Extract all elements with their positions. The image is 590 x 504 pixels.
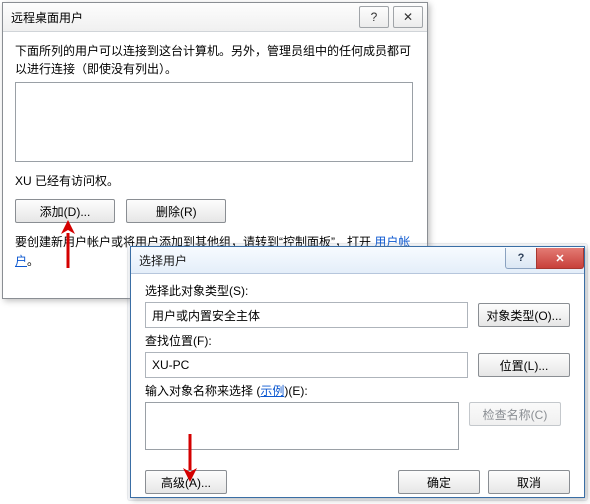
window-buttons: ? ✕ (506, 248, 584, 268)
object-type-label: 选择此对象类型(S): (145, 282, 570, 299)
users-listbox[interactable] (15, 82, 413, 162)
close-button[interactable]: ✕ (393, 6, 423, 28)
location-label: 查找位置(F): (145, 332, 570, 349)
object-names-row: 检查名称(C) (145, 402, 570, 450)
titlebar: 选择用户 ? ✕ (131, 247, 584, 274)
remove-button[interactable]: 删除(R) (126, 199, 226, 223)
help-icon: ? (518, 252, 525, 264)
titlebar: 远程桌面用户 ? ✕ (3, 3, 427, 32)
location-value: XU-PC (152, 358, 189, 372)
names-label-post: )(E): (284, 384, 307, 398)
object-names-input[interactable] (145, 402, 459, 450)
advanced-button-label: 高级(A)... (161, 474, 211, 491)
close-icon: ✕ (403, 10, 413, 24)
ok-button-label: 确定 (427, 474, 451, 491)
location-row: XU-PC 位置(L)... (145, 352, 570, 378)
button-row: 添加(D)... 删除(R) (15, 199, 415, 223)
close-button[interactable]: ✕ (536, 248, 584, 269)
ok-button[interactable]: 确定 (398, 470, 480, 494)
locations-button[interactable]: 位置(L)... (478, 353, 570, 377)
object-type-field: 用户或内置安全主体 (145, 302, 468, 328)
select-users-dialog: 选择用户 ? ✕ 选择此对象类型(S): 用户或内置安全主体 对象类型(O)..… (130, 246, 585, 498)
cancel-button[interactable]: 取消 (488, 470, 570, 494)
info-text: 下面所列的用户可以连接到这台计算机。另外，管理员组中的任何成员都可以进行连接（即… (15, 42, 415, 78)
create-text-post: 。 (27, 254, 39, 268)
dialog-body: 选择此对象类型(S): 用户或内置安全主体 对象类型(O)... 查找位置(F)… (131, 274, 584, 504)
remove-button-label: 删除(R) (156, 203, 197, 220)
help-button[interactable]: ? (505, 248, 537, 269)
cancel-button-label: 取消 (517, 474, 541, 491)
window-title: 选择用户 (139, 252, 506, 269)
advanced-button[interactable]: 高级(A)... (145, 470, 227, 494)
location-field: XU-PC (145, 352, 468, 378)
object-types-button-label: 对象类型(O)... (486, 307, 561, 324)
close-icon: ✕ (555, 252, 564, 265)
add-button[interactable]: 添加(D)... (15, 199, 115, 223)
object-type-value: 用户或内置安全主体 (152, 307, 260, 324)
locations-button-label: 位置(L)... (500, 357, 549, 374)
bottom-button-row: 高级(A)... 确定 取消 (145, 470, 570, 494)
check-names-button[interactable]: 检查名称(C) (469, 402, 561, 426)
object-type-row: 用户或内置安全主体 对象类型(O)... (145, 302, 570, 328)
names-label-pre: 输入对象名称来选择 ( (145, 384, 260, 398)
access-info: XU 已经有访问权。 (15, 172, 415, 189)
check-names-button-label: 检查名称(C) (483, 406, 548, 423)
help-icon: ? (371, 10, 378, 24)
object-types-button[interactable]: 对象类型(O)... (478, 303, 570, 327)
add-button-label: 添加(D)... (40, 203, 91, 220)
window-title: 远程桌面用户 (11, 9, 355, 26)
examples-link[interactable]: 示例 (260, 384, 284, 398)
object-names-label: 输入对象名称来选择 (示例)(E): (145, 382, 570, 399)
help-button[interactable]: ? (359, 6, 389, 28)
